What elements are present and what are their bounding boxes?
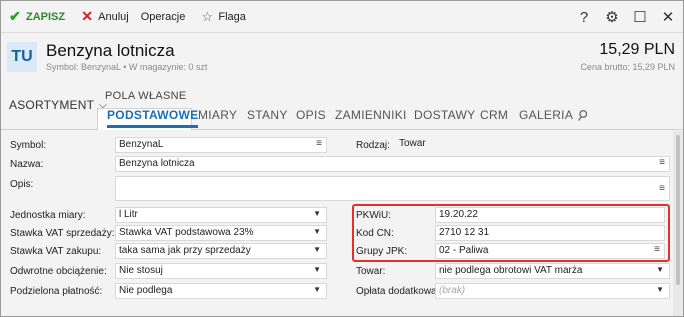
flag-label: Flaga xyxy=(218,10,246,23)
tab-group-custom-fields[interactable]: POLA WŁASNE xyxy=(105,90,187,102)
goods-label: Towar: xyxy=(356,266,386,277)
type-label: Rodzaj: xyxy=(356,140,390,151)
sales-vat-select[interactable]: Stawka VAT podstawowa 23% ▼ xyxy=(115,225,327,241)
sales-vat-label: Stawka VAT sprzedaży: xyxy=(10,228,115,239)
check-icon: ✔ xyxy=(9,8,21,24)
save-button[interactable]: ✔ ZAPISZ xyxy=(1,1,69,33)
split-payment-select[interactable]: Nie podlega ▼ xyxy=(115,283,327,299)
name-input[interactable]: Benzyna lotnicza ≡ xyxy=(115,156,670,172)
cancel-label: Anuluj xyxy=(98,10,129,23)
tab-gallery[interactable]: GALERIA xyxy=(519,108,573,128)
reverse-charge-label: Odwrotne obciążenie: xyxy=(10,266,107,277)
product-window: ✔ ZAPISZ ✕ Anuluj Operacje ☆ Flaga ? ⚙ ☐… xyxy=(0,0,684,317)
tab-description[interactable]: OPIS xyxy=(296,108,326,128)
tab-substitutes[interactable]: ZAMIENNIKI xyxy=(335,108,407,128)
description-label: Opis: xyxy=(10,179,34,190)
star-icon: ☆ xyxy=(201,8,214,24)
cancel-button[interactable]: ✕ Anuluj xyxy=(75,1,133,33)
toolbar: ✔ ZAPISZ ✕ Anuluj Operacje ☆ Flaga ? ⚙ ☐… xyxy=(1,1,683,33)
menu-icon[interactable]: ≡ xyxy=(659,183,665,194)
assortment-label: ASORTYMENT xyxy=(9,98,95,112)
tab-stock[interactable]: STANY xyxy=(247,108,288,128)
close-window-icon[interactable]: ✕ xyxy=(661,8,675,26)
tab-basic[interactable]: PODSTAWOWE xyxy=(107,108,199,128)
reverse-charge-value: Nie stosuj xyxy=(119,265,163,276)
scrollbar-thumb[interactable] xyxy=(676,135,680,285)
save-label: ZAPISZ xyxy=(26,10,66,23)
symbol-label: Symbol: xyxy=(10,140,47,151)
goods-value: nie podlega obrotowi VAT marża xyxy=(439,265,583,276)
chevron-down-icon: ▼ xyxy=(656,285,664,294)
vertical-scrollbar[interactable] xyxy=(673,131,683,316)
purchase-vat-value: taka sama jak przy sprzedaży xyxy=(119,245,251,256)
symbol-input[interactable]: BenzynaL ≡ xyxy=(115,137,327,153)
purchase-vat-select[interactable]: taka sama jak przy sprzedaży ▼ xyxy=(115,243,327,259)
unit-value: l Litr xyxy=(119,209,138,220)
tab-measures[interactable]: MIARY xyxy=(198,108,237,128)
menu-icon[interactable]: ≡ xyxy=(316,138,322,149)
type-value: Towar xyxy=(399,138,426,149)
reverse-charge-select[interactable]: Nie stosuj ▼ xyxy=(115,263,327,279)
symbol-value: BenzynaL xyxy=(119,139,164,150)
sales-vat-value: Stawka VAT podstawowa 23% xyxy=(119,227,254,238)
maximize-icon[interactable]: ☐ xyxy=(633,8,647,26)
record-header: TU Benzyna lotnicza Symbol: BenzynaL • W… xyxy=(1,34,683,80)
page-title: Benzyna lotnicza xyxy=(46,41,175,60)
chevron-down-icon: ▼ xyxy=(313,285,321,294)
help-icon[interactable]: ? xyxy=(577,9,591,26)
goods-select[interactable]: nie podlega obrotowi VAT marża ▼ xyxy=(435,263,670,279)
tab-deliveries[interactable]: DOSTAWY xyxy=(414,108,475,128)
split-payment-value: Nie podlega xyxy=(119,285,173,296)
name-label: Nazwa: xyxy=(10,159,44,170)
chevron-down-icon: ▼ xyxy=(313,209,321,218)
unit-label: Jednostka miary: xyxy=(10,210,86,221)
avatar: TU xyxy=(7,42,37,72)
paperclip-icon[interactable]: ⚲ xyxy=(573,106,592,126)
tab-bar: ASORTYMENT ⌵ POLA WŁASNE PODSTAWOWE MIAR… xyxy=(1,80,683,130)
description-input[interactable]: ≡ xyxy=(115,176,670,201)
highlight-box xyxy=(352,204,670,262)
flag-button[interactable]: ☆ Flaga xyxy=(195,1,250,33)
close-icon: ✕ xyxy=(81,8,93,24)
additional-fee-label: Opłata dodatkowa: xyxy=(356,286,440,297)
name-value: Benzyna lotnicza xyxy=(119,158,195,169)
window-controls: ? ⚙ ☐ ✕ xyxy=(577,1,675,33)
chevron-down-icon: ▼ xyxy=(656,265,664,274)
purchase-vat-label: Stawka VAT zakupu: xyxy=(10,246,102,257)
unit-select[interactable]: l Litr ▼ xyxy=(115,207,327,223)
gear-icon[interactable]: ⚙ xyxy=(605,8,619,26)
price: 15,29 PLN xyxy=(599,41,675,58)
additional-fee-value: (brak) xyxy=(439,285,466,296)
page-subtitle: Symbol: BenzynaL • W magazynie: 0 szt xyxy=(46,62,208,72)
assortment-dropdown[interactable]: ASORTYMENT ⌵ xyxy=(9,98,107,112)
operations-menu[interactable]: Operacje xyxy=(137,1,190,33)
tab-crm[interactable]: CRM xyxy=(480,108,508,128)
menu-icon[interactable]: ≡ xyxy=(659,157,665,168)
chevron-down-icon: ▼ xyxy=(313,245,321,254)
operations-label: Operacje xyxy=(140,10,186,23)
gross-price: Cena brutto: 15,29 PLN xyxy=(580,62,675,72)
chevron-down-icon: ▼ xyxy=(313,265,321,274)
chevron-down-icon: ▼ xyxy=(313,227,321,236)
split-payment-label: Podzielona płatność: xyxy=(10,286,103,297)
additional-fee-select[interactable]: (brak) ▼ xyxy=(435,283,670,299)
